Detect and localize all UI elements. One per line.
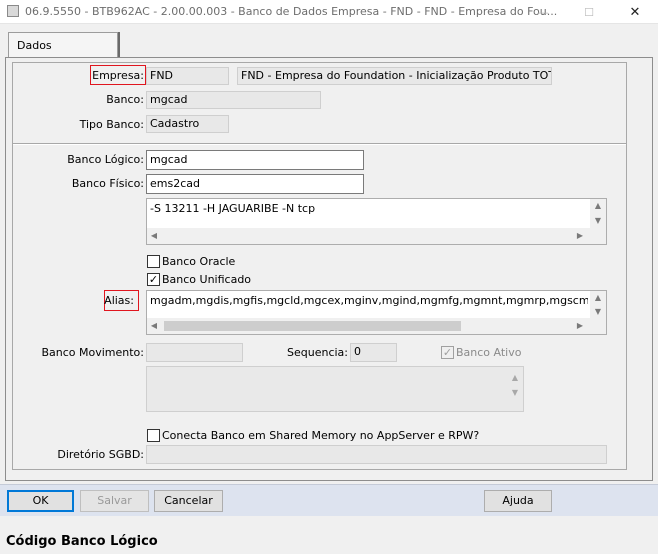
app-icon xyxy=(7,5,19,17)
diretorio-sgbd-label: Diretório SGBD: xyxy=(57,448,144,461)
empresa-name-field[interactable]: FND - Empresa do Foundation - Inicializa… xyxy=(237,67,552,85)
banco-movimento-label: Banco Movimento: xyxy=(41,346,144,359)
salvar-button[interactable]: Salvar xyxy=(80,490,149,512)
scroll-down-icon[interactable]: ▼ xyxy=(592,307,604,317)
ajuda-button[interactable]: Ajuda xyxy=(484,490,552,512)
scroll-right-icon[interactable]: ▶ xyxy=(574,321,586,331)
ok-button[interactable]: OK xyxy=(7,490,74,512)
banco-fisico-input[interactable]: ems2cad xyxy=(146,174,364,194)
parametros-editor[interactable]: -S 13211 -H JAGUARIBE -N tcp ▲ ▼ ◀ ▶ xyxy=(146,198,607,245)
section-divider xyxy=(13,143,626,145)
diretorio-sgbd-field[interactable] xyxy=(146,445,607,464)
parametros-hscroll[interactable]: ◀ ▶ xyxy=(147,228,606,244)
alias-text: mgadm,mgdis,mgfis,mgcld,mgcex,mginv,mgin… xyxy=(150,294,588,307)
tipo-banco-field[interactable]: Cadastro xyxy=(146,115,229,133)
tab-dados[interactable]: Dados xyxy=(8,32,118,58)
banco-oracle-checkbox[interactable] xyxy=(147,255,160,268)
scroll-up-icon[interactable]: ▲ xyxy=(509,373,521,383)
banco-unificado-label: Banco Unificado xyxy=(162,273,252,286)
tab-label: Dados xyxy=(17,39,52,52)
status-text: Código Banco Lógico xyxy=(6,534,158,549)
banco-oracle-label: Banco Oracle xyxy=(162,255,236,268)
alias-hscroll[interactable]: ◀ ▶ xyxy=(147,318,606,334)
parametros-vscroll[interactable]: ▲ ▼ xyxy=(590,199,606,228)
minimize-icon[interactable]: — xyxy=(520,0,566,24)
scroll-up-icon[interactable]: ▲ xyxy=(592,293,604,303)
banco-logico-label: Banco Lógico: xyxy=(67,153,144,166)
alias-label: Alias: xyxy=(104,294,134,307)
status-bar: Código Banco Lógico xyxy=(0,526,658,554)
observacao-editor[interactable]: ▲ ▼ xyxy=(146,366,524,412)
alias-vscroll[interactable]: ▲ ▼ xyxy=(590,291,606,318)
maximize-icon[interactable]: ☐ xyxy=(566,0,612,24)
scroll-up-icon[interactable]: ▲ xyxy=(592,201,604,211)
alias-editor[interactable]: mgadm,mgdis,mgfis,mgcld,mgcex,mginv,mgin… xyxy=(146,290,607,335)
banco-unificado-checkbox[interactable]: ✓ xyxy=(147,273,160,286)
sequencia-label: Sequencia: xyxy=(287,346,348,359)
shared-memory-label: Conecta Banco em Shared Memory no AppSer… xyxy=(162,429,480,442)
empresa-code-field[interactable]: FND xyxy=(146,67,229,85)
banco-logico-input[interactable]: mgcad xyxy=(146,150,364,170)
scroll-down-icon[interactable]: ▼ xyxy=(509,388,521,398)
cancelar-button[interactable]: Cancelar xyxy=(154,490,223,512)
banco-ativo-checkbox[interactable]: ✓ xyxy=(441,346,454,359)
banco-field[interactable]: mgcad xyxy=(146,91,321,109)
scroll-right-icon[interactable]: ▶ xyxy=(574,231,586,241)
banco-label: Banco: xyxy=(106,93,144,106)
tipo-banco-label: Tipo Banco: xyxy=(79,118,144,131)
banco-fisico-label: Banco Físico: xyxy=(71,177,144,190)
scroll-down-icon[interactable]: ▼ xyxy=(592,216,604,226)
sequencia-field[interactable]: 0 xyxy=(350,343,397,362)
observacao-vscroll[interactable]: ▲ ▼ xyxy=(507,367,523,411)
banco-movimento-field[interactable] xyxy=(146,343,243,362)
banco-ativo-label: Banco Ativo xyxy=(456,346,522,359)
close-icon[interactable]: ✕ xyxy=(612,0,658,24)
empresa-label: Empresa: xyxy=(92,69,144,82)
shared-memory-checkbox[interactable] xyxy=(147,429,160,442)
alias-scroll-thumb[interactable] xyxy=(164,321,461,331)
window-title: 06.9.5550 - BTB962AC - 2.00.00.003 - Ban… xyxy=(25,5,558,18)
scroll-left-icon[interactable]: ◀ xyxy=(148,321,160,331)
scroll-left-icon[interactable]: ◀ xyxy=(148,231,160,241)
parametros-text: -S 13211 -H JAGUARIBE -N tcp xyxy=(150,202,316,215)
